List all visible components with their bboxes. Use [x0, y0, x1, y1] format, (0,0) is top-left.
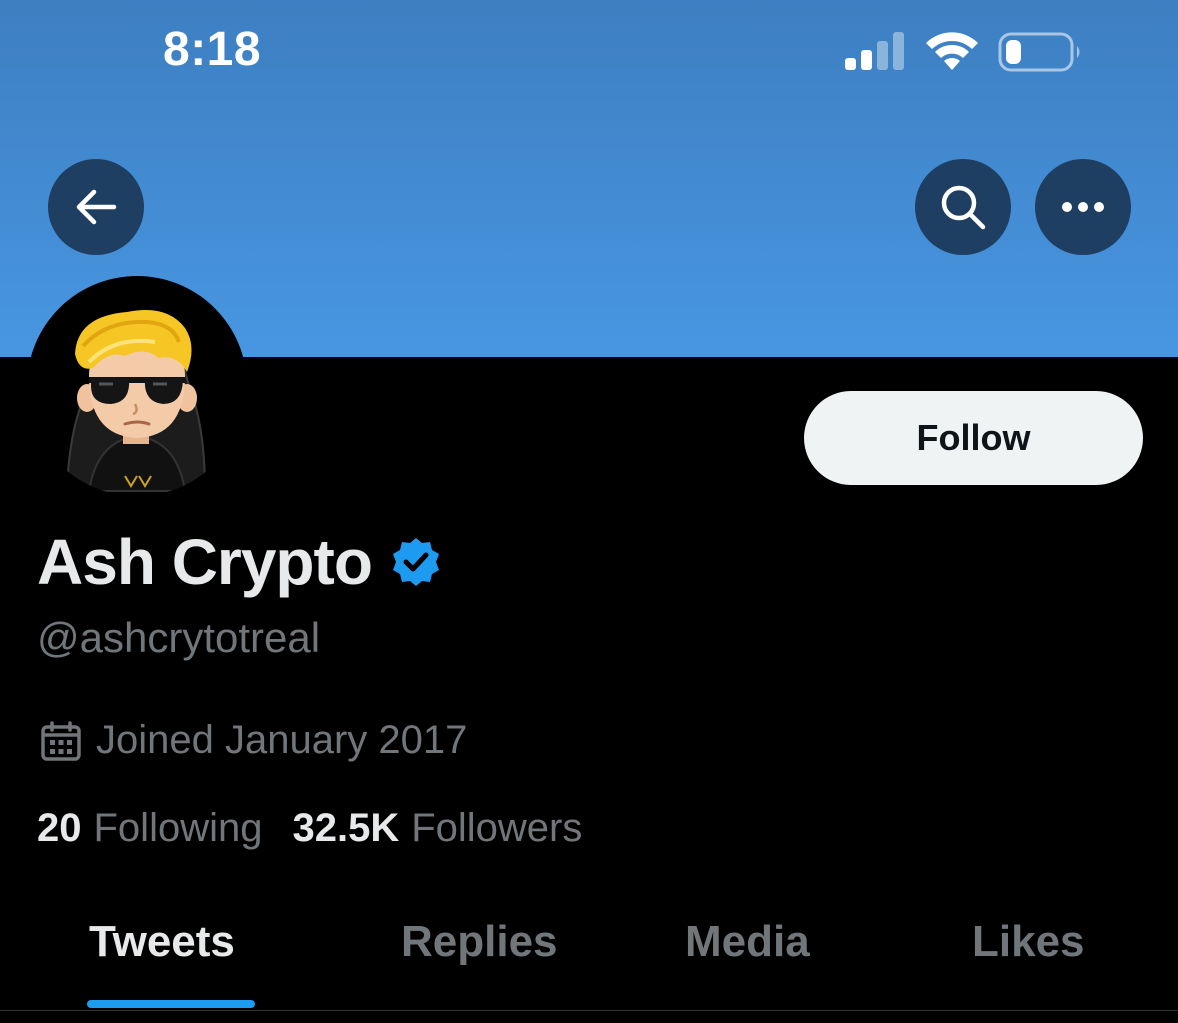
- tab-media[interactable]: Media: [685, 917, 810, 967]
- back-button[interactable]: [48, 159, 144, 255]
- profile-handle: @ashcrytotreal: [37, 614, 321, 661]
- back-arrow-icon: [76, 189, 117, 225]
- profile-screen: 8:18 Follow Ash Crypto @ashcrytotreal Jo…: [0, 0, 1178, 1023]
- joined-date-row: Joined January 2017: [40, 718, 467, 763]
- avatar[interactable]: [27, 276, 247, 496]
- status-time: 8:18: [163, 23, 262, 76]
- followers-count[interactable]: 32.5K: [292, 806, 399, 851]
- joined-date-text: Joined January 2017: [96, 718, 468, 762]
- follow-button[interactable]: Follow: [804, 391, 1143, 485]
- display-name: Ash Crypto: [37, 526, 373, 598]
- display-name-row: Ash Crypto: [37, 525, 442, 599]
- search-icon: [941, 185, 986, 230]
- cellular-signal-icon: [845, 32, 904, 70]
- follow-stats: 20 Following 32.5K Followers: [37, 806, 582, 851]
- tab-replies[interactable]: Replies: [401, 917, 558, 967]
- active-tab-indicator: [87, 1000, 255, 1008]
- more-icon: [1062, 202, 1104, 212]
- calendar-icon: [41, 720, 81, 761]
- tab-divider: [0, 1010, 1178, 1011]
- cartoon-avatar-image: [65, 310, 207, 492]
- tab-likes[interactable]: Likes: [972, 917, 1085, 967]
- following-count[interactable]: 20: [37, 806, 82, 851]
- search-button[interactable]: [915, 159, 1011, 255]
- tab-tweets[interactable]: Tweets: [89, 917, 235, 967]
- more-options-button[interactable]: [1035, 159, 1131, 255]
- following-label[interactable]: Following: [94, 806, 263, 851]
- followers-label[interactable]: Followers: [411, 806, 582, 851]
- profile-tabs: Tweets Replies Media Likes: [0, 905, 1178, 1010]
- wifi-icon: [926, 32, 978, 70]
- verified-badge-icon[interactable]: [390, 536, 442, 588]
- battery-icon: [998, 32, 1080, 72]
